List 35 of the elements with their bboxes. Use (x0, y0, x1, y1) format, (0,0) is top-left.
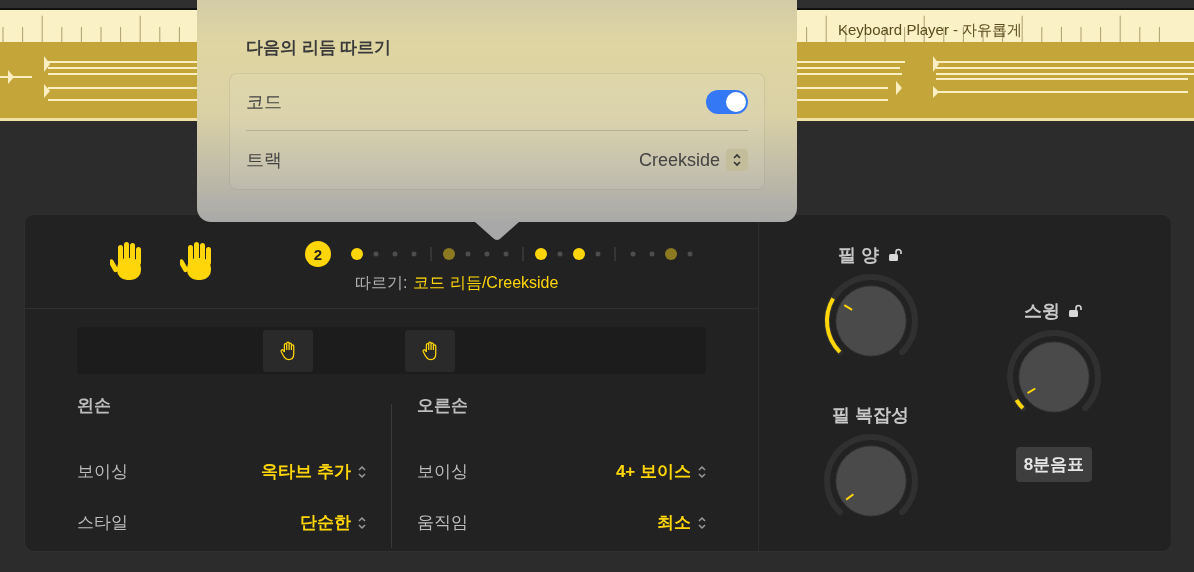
follow-label: 따르기: (355, 274, 408, 291)
count-badge: 2 (305, 241, 331, 267)
popup-button[interactable]: 4+ 보이스 (615, 460, 707, 483)
setting-label: 보이싱 (77, 461, 128, 483)
hand-button[interactable] (405, 329, 455, 372)
knob-label: 필 양 (838, 244, 880, 267)
lock-icon[interactable] (887, 248, 904, 262)
lock-icon[interactable] (1068, 304, 1084, 318)
setting-label: 스타일 (77, 512, 128, 534)
hand-icon (421, 340, 439, 361)
popup-button[interactable]: 최소 (657, 511, 707, 534)
popup-button[interactable]: Creekside (638, 149, 748, 171)
setting-label: 움직임 (417, 512, 468, 534)
follow-value: 코드 리듬/Creekside (413, 274, 559, 291)
track-title: Keyboard Player - 자유롭게 (838, 21, 1023, 40)
up-down-chevron-icon (357, 514, 367, 531)
hand-button[interactable] (263, 329, 313, 372)
setting-label: 코드 (246, 91, 282, 114)
popup-button[interactable]: 옥타브 추가 (261, 460, 367, 483)
toggle-switch[interactable] (706, 90, 748, 114)
up-down-chevron-icon (697, 514, 707, 531)
swing-value-button[interactable]: 8분음표 (1015, 447, 1093, 482)
setting-label: 보이싱 (417, 461, 468, 483)
knob-label: 필 복잡성 (832, 404, 910, 427)
popover-title: 다음의 리듬 따르기 (246, 37, 393, 59)
section-heading: 오른손 (417, 395, 469, 416)
stepper-icon (726, 149, 748, 171)
section-heading: 왼손 (77, 395, 112, 416)
hand-icon (279, 340, 297, 361)
popover-arrow (475, 222, 519, 242)
up-down-chevron-icon (697, 463, 707, 480)
knob-label: 스윙 (1024, 300, 1060, 323)
up-down-chevron-icon (357, 463, 367, 480)
setting-label: 트랙 (246, 149, 282, 172)
popup-button[interactable]: 단순한 (300, 511, 367, 534)
